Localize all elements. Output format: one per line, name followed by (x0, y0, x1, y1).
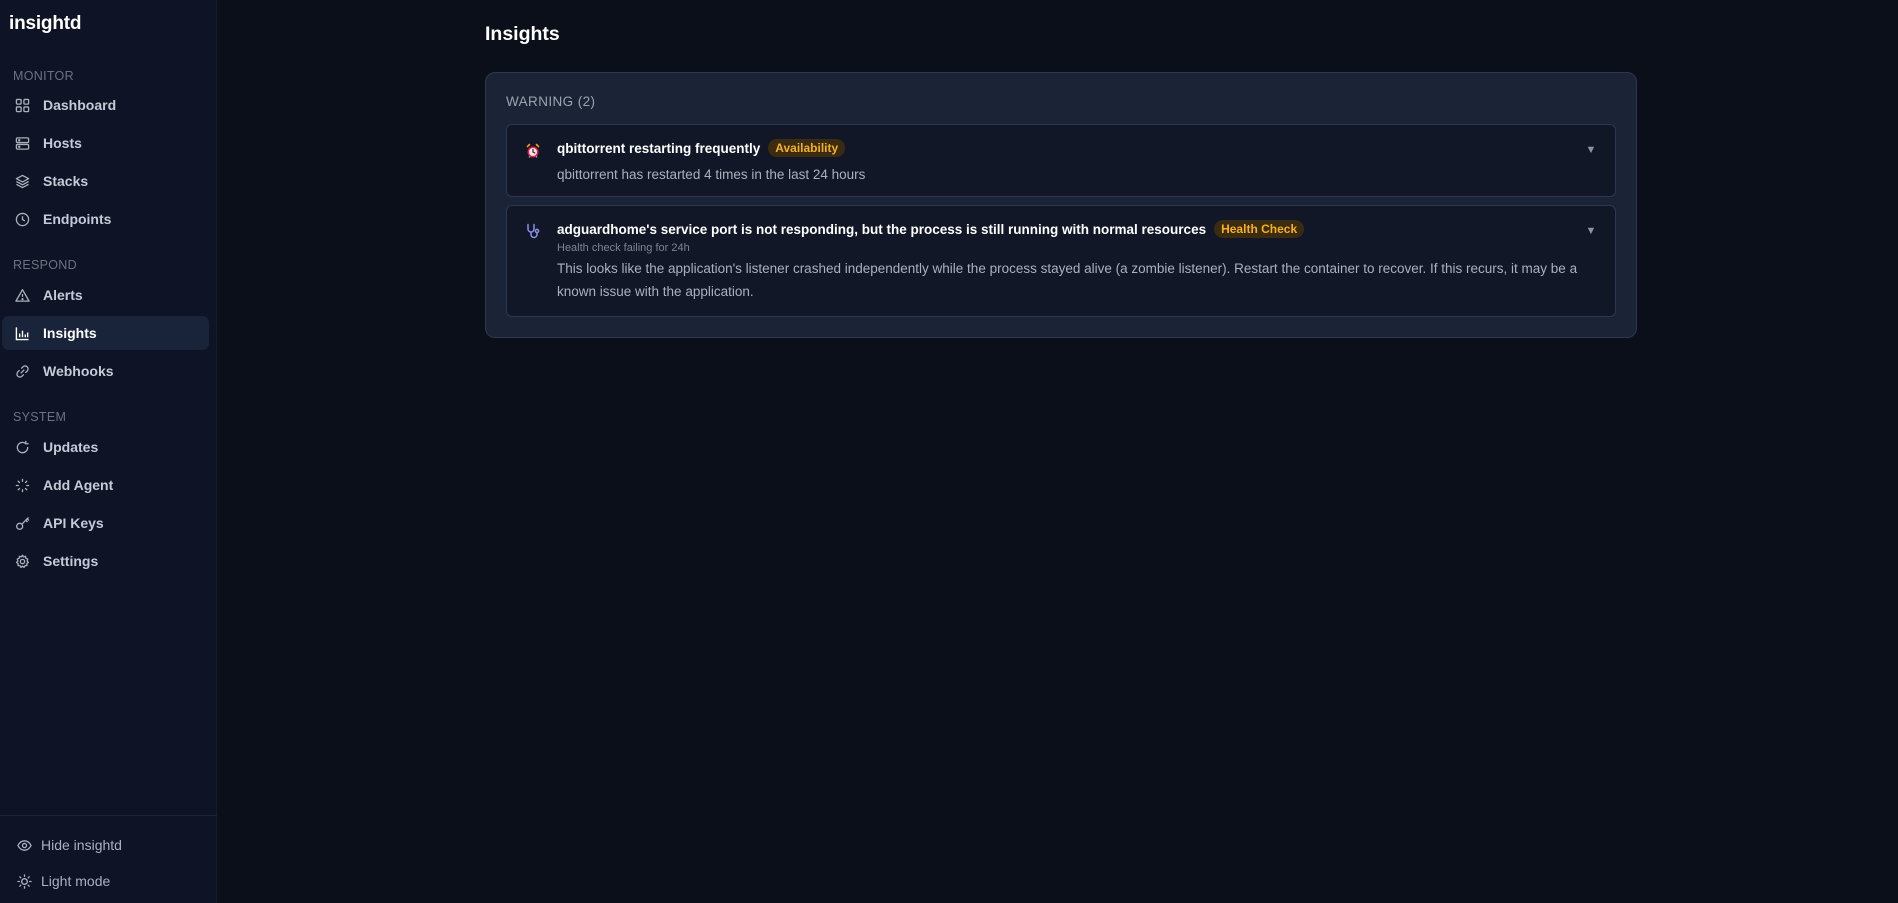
app-logo[interactable]: insightd (9, 13, 81, 35)
sidebar-item-api-keys[interactable]: API Keys (2, 506, 209, 540)
sidebar-item-label: Settings (43, 553, 99, 569)
server-icon (14, 135, 30, 151)
light-mode-button[interactable]: Light mode (2, 866, 209, 896)
sidebar: insightd MONITOR Dashboard Hosts Stacks … (0, 0, 217, 903)
sidebar-item-endpoints[interactable]: Endpoints (2, 202, 209, 236)
insight-description: qbittorrent has restarted 4 times in the… (557, 167, 866, 182)
clock-icon (14, 211, 30, 227)
insight-title-text: adguardhome's service port is not respon… (557, 221, 1207, 237)
warning-group-header: WARNING (2) (506, 94, 596, 109)
sidebar-item-settings[interactable]: Settings (2, 544, 209, 578)
layers-icon (14, 173, 30, 189)
page-title: Insights (485, 23, 560, 45)
category-badge: Health Check (1214, 220, 1305, 238)
section-label-monitor: MONITOR (13, 69, 74, 83)
sidebar-item-dashboard[interactable]: Dashboard (2, 88, 209, 122)
link-icon (14, 363, 30, 379)
alarm-clock-icon (525, 143, 541, 159)
chevron-down-icon[interactable]: ▼ (1585, 225, 1597, 237)
bar-chart-icon (14, 325, 30, 341)
grid-icon (14, 97, 30, 113)
warning-triangle-icon (14, 287, 30, 303)
sidebar-item-hosts[interactable]: Hosts (2, 126, 209, 160)
hide-insightd-button[interactable]: Hide insightd (2, 830, 209, 860)
refresh-icon (14, 439, 30, 455)
stethoscope-icon (525, 223, 541, 239)
sidebar-item-updates[interactable]: Updates (2, 430, 209, 464)
eye-icon (16, 837, 32, 853)
light-mode-label: Light mode (41, 873, 111, 889)
sidebar-item-stacks[interactable]: Stacks (2, 164, 209, 198)
insight-card[interactable]: adguardhome's service port is not respon… (506, 205, 1616, 317)
sidebar-item-label: Hosts (43, 135, 82, 151)
loader-icon (14, 477, 30, 493)
sidebar-item-label: Stacks (43, 173, 89, 189)
gear-icon (14, 553, 30, 569)
sidebar-item-label: Dashboard (43, 97, 117, 113)
category-badge: Availability (768, 139, 846, 157)
insight-title: qbittorrent restarting frequently Availa… (557, 139, 846, 157)
sidebar-item-label: Webhooks (43, 363, 114, 379)
section-label-system: SYSTEM (13, 410, 67, 424)
insight-title-text: qbittorrent restarting frequently (557, 140, 761, 156)
sidebar-item-insights[interactable]: Insights (2, 316, 209, 350)
sidebar-divider (0, 815, 217, 816)
sidebar-item-label: Endpoints (43, 211, 112, 227)
sidebar-item-label: Updates (43, 439, 99, 455)
key-icon (14, 515, 30, 531)
insight-description: This looks like the application's listen… (557, 261, 1578, 299)
insight-title: adguardhome's service port is not respon… (557, 220, 1305, 238)
warning-group-panel: WARNING (2) qbittorrent restarting frequ… (485, 72, 1637, 338)
sun-icon (16, 873, 32, 889)
chevron-down-icon[interactable]: ▼ (1585, 144, 1597, 156)
insight-card[interactable]: qbittorrent restarting frequently Availa… (506, 124, 1616, 197)
sidebar-item-label: API Keys (43, 515, 104, 531)
sidebar-item-label: Insights (43, 325, 97, 341)
sidebar-item-label: Alerts (43, 287, 83, 303)
sidebar-item-webhooks[interactable]: Webhooks (2, 354, 209, 388)
sidebar-item-alerts[interactable]: Alerts (2, 278, 209, 312)
sidebar-item-add-agent[interactable]: Add Agent (2, 468, 209, 502)
hide-insightd-label: Hide insightd (41, 837, 122, 853)
insight-subtitle: Health check failing for 24h (557, 242, 690, 254)
sidebar-item-label: Add Agent (43, 477, 114, 493)
section-label-respond: RESPOND (13, 258, 77, 272)
